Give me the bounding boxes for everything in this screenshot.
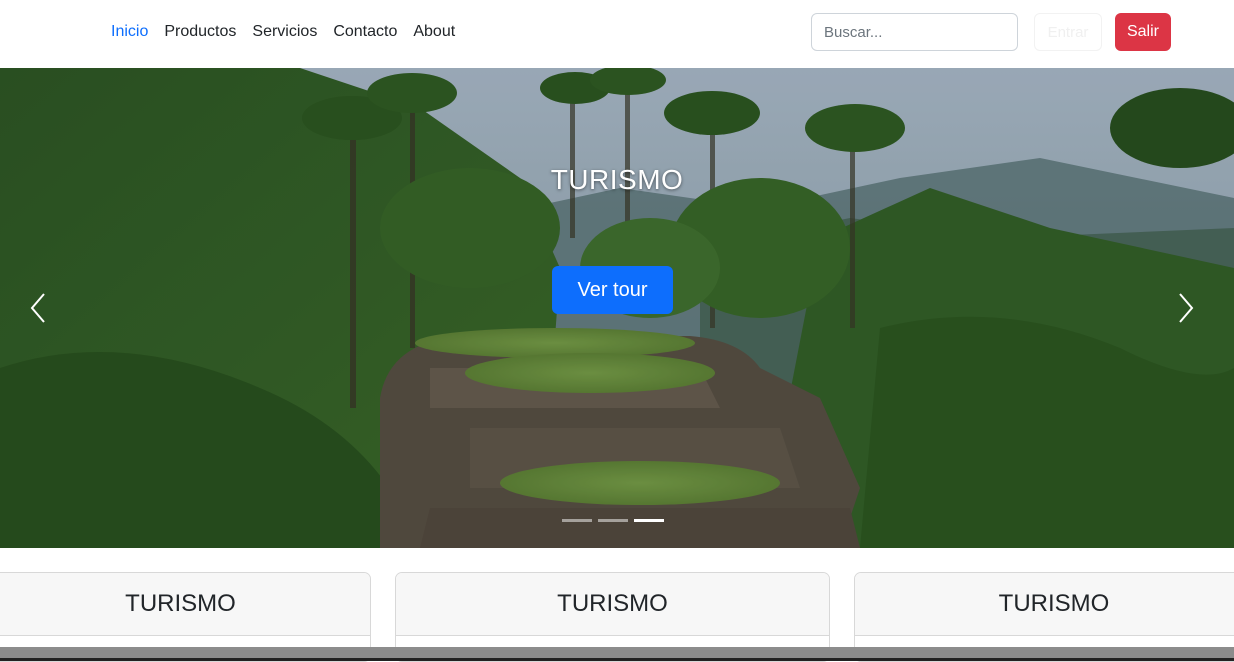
nav-link-contacto[interactable]: Contacto <box>333 22 397 42</box>
carousel-indicator-2[interactable] <box>598 519 628 522</box>
cards-row: TURISMO TURISMO TURISMO <box>0 572 1234 662</box>
carousel-indicator-1[interactable] <box>562 519 592 522</box>
chevron-right-icon[interactable] <box>1174 290 1198 326</box>
hero-carousel: TURISMO Ver tour <box>0 68 1234 548</box>
card-title: TURISMO <box>0 573 370 636</box>
nav-links: Inicio Productos Servicios Contacto Abou… <box>111 22 471 42</box>
card-title: TURISMO <box>855 573 1234 636</box>
nav-link-productos[interactable]: Productos <box>164 22 236 42</box>
horizontal-scrollbar[interactable] <box>0 647 1234 661</box>
search-input[interactable] <box>811 13 1018 51</box>
card-title: TURISMO <box>396 573 829 636</box>
nav-link-servicios[interactable]: Servicios <box>252 22 317 42</box>
tour-button[interactable]: Ver tour <box>552 266 673 314</box>
navbar: Inicio Productos Servicios Contacto Abou… <box>0 0 1234 68</box>
nav-link-about[interactable]: About <box>413 22 455 42</box>
exit-button[interactable]: Salir <box>1115 13 1171 51</box>
nav-link-inicio[interactable]: Inicio <box>111 22 148 42</box>
carousel-indicator-3[interactable] <box>634 519 664 522</box>
carousel-indicators <box>562 519 664 522</box>
enter-button[interactable]: Entrar <box>1034 13 1102 51</box>
hero-caption: TURISMO <box>550 164 684 195</box>
chevron-left-icon[interactable] <box>26 290 50 326</box>
